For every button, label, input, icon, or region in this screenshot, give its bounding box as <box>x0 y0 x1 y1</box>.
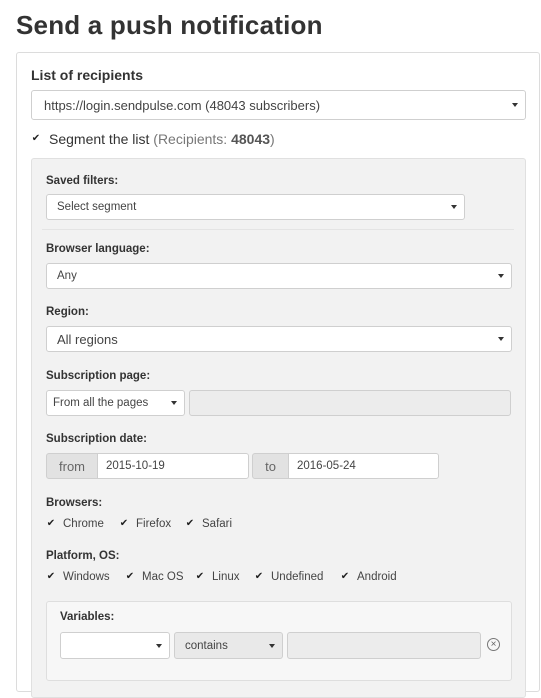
caret-down-icon <box>498 337 504 341</box>
segment-label-text: Segment the list <box>49 131 150 147</box>
subscription-page-url-input[interactable] <box>189 390 511 416</box>
saved-filters-select[interactable]: Select segment <box>46 194 465 220</box>
browser-option-safari[interactable]: ✔ Safari <box>185 518 232 530</box>
caret-down-icon <box>269 643 275 648</box>
platform-option-linux[interactable]: ✔ Linux <box>195 571 240 583</box>
check-mark-icon: ✔ <box>119 518 129 529</box>
subscription-page-select[interactable]: From all the pages <box>46 390 185 416</box>
segment-label: Segment the list (Recipients: 48043) <box>49 131 275 147</box>
divider <box>42 229 514 230</box>
variable-operator-value: contains <box>185 639 228 652</box>
platform-option-windows[interactable]: ✔ Windows <box>46 571 110 583</box>
platform-option-label: Linux <box>212 571 240 583</box>
platform-option-macos[interactable]: ✔ Mac OS <box>125 571 184 583</box>
variables-panel: Variables: contains × <box>46 601 512 681</box>
recipients-suffix: ) <box>270 131 275 147</box>
date-from-input[interactable]: 2015-10-19 <box>97 453 249 479</box>
variable-name-select[interactable] <box>60 632 170 659</box>
region-select[interactable]: All regions <box>46 326 512 352</box>
recipients-list-value: https://login.sendpulse.com (48043 subsc… <box>44 97 321 113</box>
browser-option-label: Safari <box>202 518 233 530</box>
caret-down-icon <box>156 643 162 648</box>
date-to-input[interactable]: 2016-05-24 <box>288 453 439 479</box>
subscription-page-value: From all the pages <box>53 397 149 409</box>
check-mark-icon: ✔ <box>31 133 41 144</box>
platform-label: Platform, OS: <box>46 550 120 562</box>
saved-filters-value: Select segment <box>57 201 137 213</box>
platform-option-label: Undefined <box>271 571 324 583</box>
platform-option-label: Windows <box>63 571 110 583</box>
recipients-prefix: (Recipients: <box>153 131 232 147</box>
browsers-label: Browsers: <box>46 497 103 509</box>
recipients-label: List of recipients <box>31 67 144 83</box>
check-mark-icon: ✔ <box>195 571 205 582</box>
browser-language-label: Browser language: <box>46 243 150 255</box>
recipients-panel: List of recipients https://login.sendpul… <box>16 52 540 698</box>
check-mark-icon: ✔ <box>340 571 350 582</box>
browser-option-label: Chrome <box>63 518 104 530</box>
circle-x-icon[interactable]: × <box>487 638 500 651</box>
region-label: Region: <box>46 306 89 318</box>
browser-option-firefox[interactable]: ✔ Firefox <box>119 518 171 530</box>
saved-filters-label: Saved filters: <box>46 175 119 187</box>
platform-option-label: Android <box>357 571 397 583</box>
browser-language-value: Any <box>57 270 77 282</box>
date-from-addon: from <box>46 453 98 479</box>
page-title: Send a push notification <box>16 10 323 40</box>
check-mark-icon: ✔ <box>254 571 264 582</box>
date-to-addon: to <box>252 453 289 479</box>
platform-option-undefined[interactable]: ✔ Undefined <box>254 571 324 583</box>
region-value: All regions <box>57 331 118 347</box>
caret-down-icon <box>171 401 177 405</box>
subscription-date-label: Subscription date: <box>46 433 147 445</box>
browser-language-select[interactable]: Any <box>46 263 512 289</box>
segment-filters-panel: Saved filters: Select segment Browser la… <box>31 158 526 698</box>
variables-label: Variables: <box>60 611 115 623</box>
caret-down-icon <box>512 103 518 107</box>
platform-option-label: Mac OS <box>142 571 184 583</box>
caret-down-icon <box>451 205 457 209</box>
browser-option-label: Firefox <box>136 518 172 530</box>
variable-value-input[interactable] <box>287 632 481 659</box>
segment-checkbox[interactable]: ✔ <box>31 134 41 144</box>
check-mark-icon: ✔ <box>185 518 195 529</box>
subscription-page-label: Subscription page: <box>46 370 151 382</box>
check-mark-icon: ✔ <box>46 571 56 582</box>
variable-operator-select[interactable]: contains <box>174 632 283 659</box>
recipients-count: 48043 <box>231 131 271 147</box>
check-mark-icon: ✔ <box>46 518 56 529</box>
recipients-list-select[interactable]: https://login.sendpulse.com (48043 subsc… <box>31 90 526 120</box>
check-mark-icon: ✔ <box>125 571 135 582</box>
browser-option-chrome[interactable]: ✔ Chrome <box>46 518 104 530</box>
caret-down-icon <box>498 274 504 278</box>
platform-option-android[interactable]: ✔ Android <box>340 571 397 583</box>
